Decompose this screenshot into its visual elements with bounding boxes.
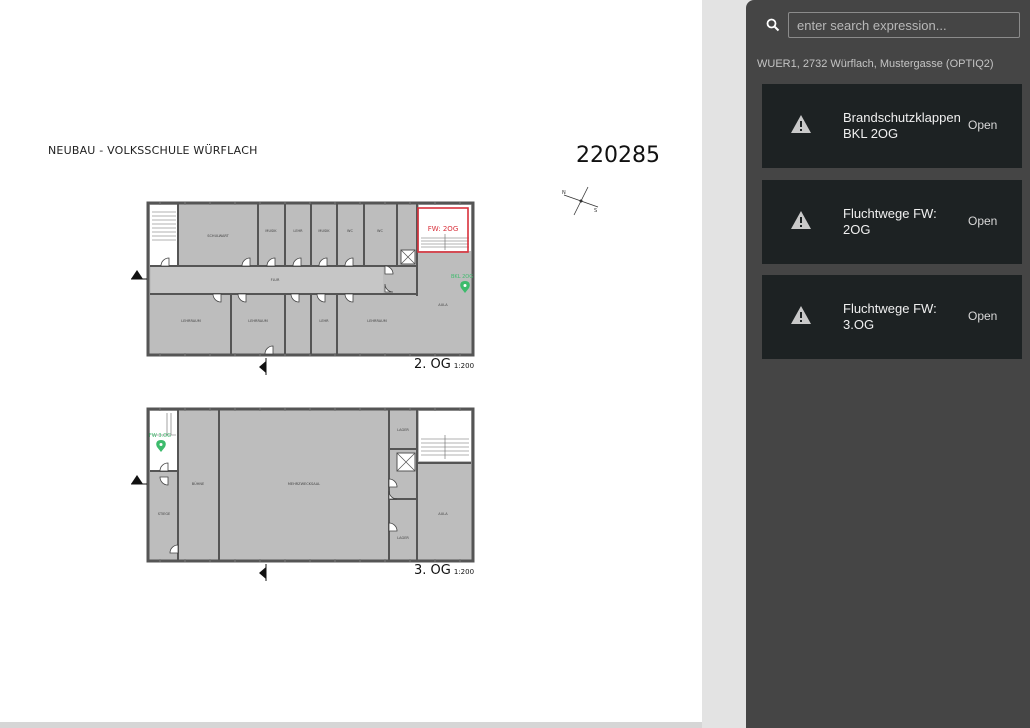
room-label: LEHRRAUM bbox=[367, 319, 387, 323]
project-number: 220285 bbox=[576, 143, 660, 168]
svg-text:N: N bbox=[562, 190, 566, 196]
plan-document[interactable]: NEUBAU - VOLKSSCHULE WÜRFLACH 220285 N S bbox=[0, 0, 702, 722]
room-label: LAGER bbox=[397, 428, 409, 432]
room-label: LAGER bbox=[397, 536, 409, 540]
task-status: Open bbox=[968, 118, 998, 132]
room-label: LEHRRAUM bbox=[181, 319, 201, 323]
task-card[interactable]: Fluchtwege FW: 2OG Open bbox=[762, 180, 1022, 264]
project-title: NEUBAU - VOLKSSCHULE WÜRFLACH bbox=[48, 144, 258, 157]
task-title: Fluchtwege FW: 3.OG bbox=[843, 301, 937, 332]
marker-label: FW 3.OG bbox=[149, 433, 171, 439]
floorplan-3og: STIEGE BÜHNE MEHRZWECKSAAL LAGER AULA LA… bbox=[131, 407, 475, 581]
floor-label-3og: 3. OG 1:200 bbox=[414, 563, 474, 578]
svg-text:S: S bbox=[594, 208, 597, 214]
highlight-label-fw-2og: FW: 2OG bbox=[428, 225, 459, 233]
task-card[interactable]: Brandschutzklappen BKL 2OG Open bbox=[762, 84, 1022, 168]
warning-icon bbox=[791, 306, 811, 324]
floorplan-2og: FW: 2OG SCHULWART MUSIK LEHR MUSIK WC WC… bbox=[131, 201, 475, 375]
room-label: STIEGE bbox=[158, 512, 171, 516]
room-label: AULA bbox=[438, 303, 448, 307]
task-status: Open bbox=[968, 309, 998, 323]
room-label: LEHRRAUM bbox=[248, 319, 268, 323]
room-label: MEHRZWECKSAAL bbox=[288, 482, 320, 486]
room-label: BÜHNE bbox=[192, 481, 204, 486]
search-icon[interactable] bbox=[766, 18, 780, 32]
room-label: SCHULWART bbox=[207, 234, 229, 238]
task-panel: WUER1, 2732 Würflach, Mustergasse (OPTIQ… bbox=[746, 0, 1030, 728]
floor-scale: 1:200 bbox=[453, 568, 475, 576]
floor-name: 2. OG bbox=[414, 357, 451, 372]
room-label: WC bbox=[377, 229, 383, 233]
north-arrow-icon: N S bbox=[562, 186, 599, 216]
task-title: Brandschutzklappen BKL 2OG bbox=[843, 110, 961, 141]
room-label: AULA bbox=[438, 512, 448, 516]
room-label: LEHR bbox=[293, 229, 303, 233]
warning-icon bbox=[791, 211, 811, 229]
room-label: FLUR bbox=[271, 278, 280, 282]
room-label: MUSIK bbox=[318, 229, 330, 233]
task-title: Fluchtwege FW: 2OG bbox=[843, 206, 937, 237]
task-card[interactable]: Fluchtwege FW: 3.OG Open bbox=[762, 275, 1022, 359]
task-status: Open bbox=[968, 214, 998, 228]
floor-name: 3. OG bbox=[414, 563, 451, 578]
warning-icon bbox=[791, 115, 811, 133]
horizontal-scrollbar[interactable] bbox=[0, 722, 702, 728]
floor-scale: 1:200 bbox=[453, 362, 475, 370]
room-label: WC bbox=[347, 229, 353, 233]
floor-label-2og: 2. OG 1:200 bbox=[414, 357, 474, 372]
location-label: WUER1, 2732 Würflach, Mustergasse (OPTIQ… bbox=[757, 58, 994, 70]
room-label: MUSIK bbox=[265, 229, 277, 233]
room-label: LEHR bbox=[319, 319, 329, 323]
marker-label: BKL 2OG bbox=[451, 274, 473, 280]
search-input[interactable] bbox=[788, 12, 1020, 38]
